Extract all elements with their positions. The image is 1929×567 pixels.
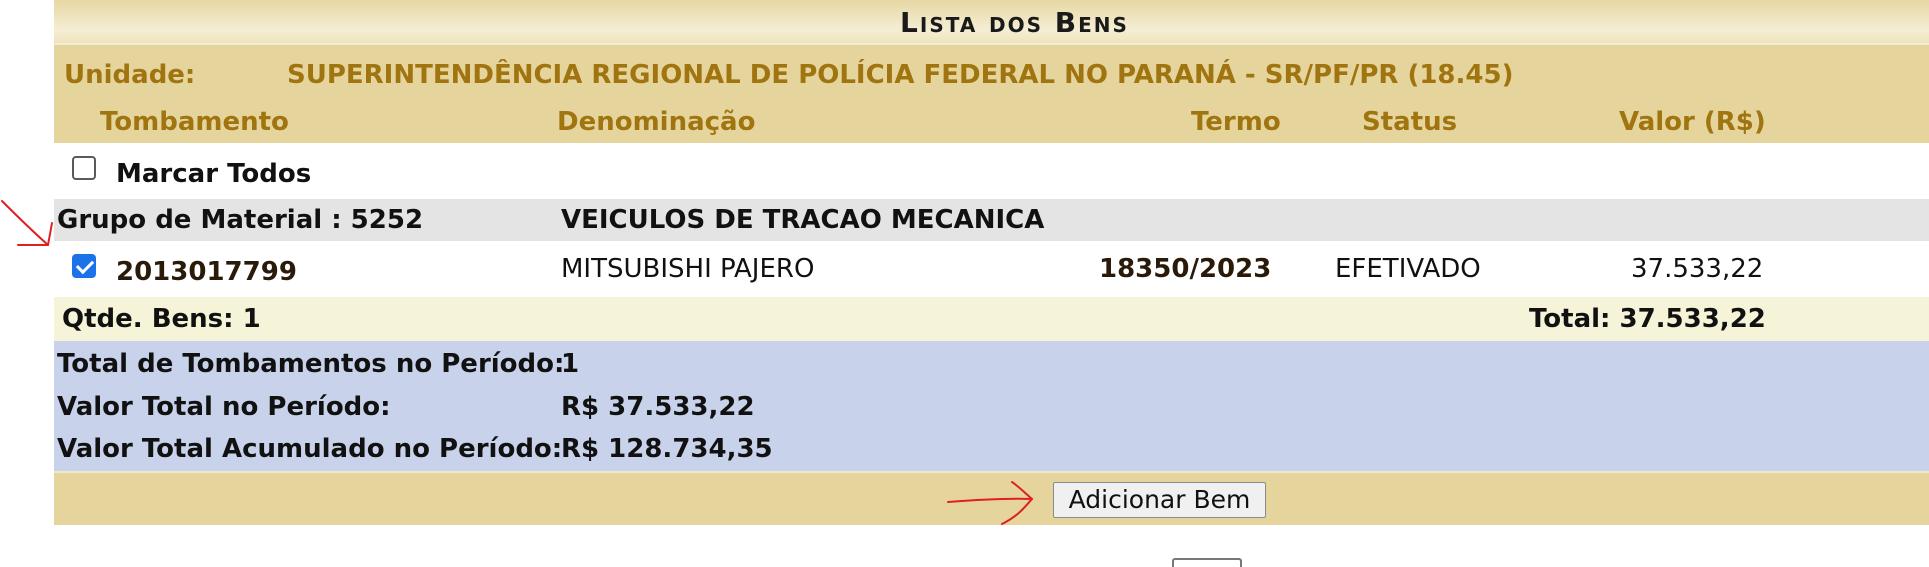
mark-all-row: Marcar Todos: [54, 143, 1929, 199]
column-header-tombamento: Tombamento: [100, 107, 289, 137]
item-denominacao: MITSUBISHI PAJERO: [561, 254, 815, 284]
table-header: Tombamento Denominação Termo Status Valo…: [54, 103, 1929, 143]
unit-value: SUPERINTENDÊNCIA REGIONAL DE POLÍCIA FED…: [287, 60, 1514, 90]
unit-row: Unidade: SUPERINTENDÊNCIA REGIONAL DE PO…: [54, 45, 1929, 103]
group-subtotal-row: Qtde. Bens: 1 Total: 37.533,22: [54, 297, 1929, 341]
group-quantity: Qtde. Bens: 1: [62, 304, 261, 334]
partial-control[interactable]: [1172, 558, 1242, 567]
column-header-valor: Valor (R$): [1619, 107, 1766, 137]
valor-total-value: R$ 37.533,22: [561, 392, 755, 422]
material-group-label: Grupo de Material : 5252: [57, 205, 424, 235]
total-tombamentos-value: 1: [561, 349, 580, 379]
add-item-button[interactable]: Adicionar Bem: [1053, 482, 1266, 518]
annotation-arrow-checkbox: [1, 200, 53, 246]
mark-all-label[interactable]: Marcar Todos: [116, 159, 311, 189]
period-summary: Total de Tombamentos no Período: 1 Valor…: [54, 341, 1929, 471]
list-title: Lista dos Bens: [54, 0, 1929, 45]
total-tombamentos-label: Total de Tombamentos no Período:: [57, 349, 565, 379]
valor-acumulado-value: R$ 128.734,35: [561, 434, 773, 464]
list-title-text: Lista dos Bens: [900, 6, 1129, 39]
material-group-row: Grupo de Material : 5252 VEICULOS DE TRA…: [54, 199, 1929, 241]
valor-total-label: Valor Total no Período:: [57, 392, 391, 422]
page: Lista dos Bens Unidade: SUPERINTENDÊNCIA…: [0, 0, 1929, 567]
column-header-denominacao: Denominação: [557, 107, 756, 137]
item-tombamento: 2013017799: [116, 257, 297, 287]
item-checkbox[interactable]: [72, 254, 96, 278]
column-header-status: Status: [1362, 107, 1458, 137]
column-header-termo: Termo: [1191, 107, 1281, 137]
item-status: EFETIVADO: [1335, 254, 1481, 284]
annotation-arrow-button: [947, 481, 1033, 525]
valor-acumulado-label: Valor Total Acumulado no Período:: [57, 434, 563, 464]
material-group-name: VEICULOS DE TRACAO MECANICA: [561, 205, 1045, 235]
item-termo[interactable]: 18350/2023: [1099, 254, 1271, 284]
assets-list-panel: Lista dos Bens Unidade: SUPERINTENDÊNCIA…: [54, 0, 1929, 525]
item-valor: 37.533,22: [1631, 254, 1764, 284]
unit-label: Unidade:: [64, 60, 196, 90]
table-row: 2013017799 MITSUBISHI PAJERO 18350/2023 …: [54, 241, 1929, 297]
group-total: Total: 37.533,22: [1529, 304, 1766, 334]
mark-all-checkbox[interactable]: [72, 156, 96, 180]
